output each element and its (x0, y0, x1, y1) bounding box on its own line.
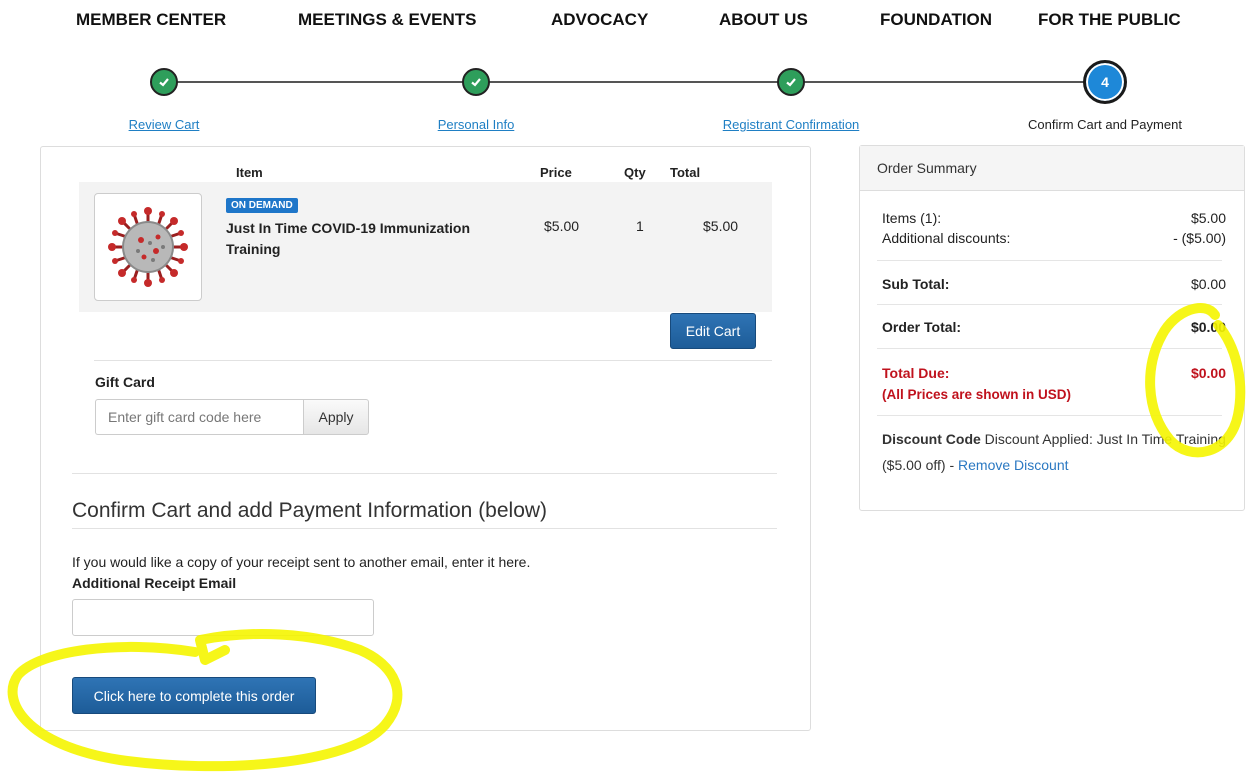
stepper-line (168, 81, 1105, 83)
step-3-check-icon (777, 68, 805, 96)
divider (877, 415, 1222, 416)
nav-meetings-events[interactable]: MEETINGS & EVENTS (298, 10, 477, 30)
summary-order-total-label: Order Total: (882, 319, 962, 335)
receipt-email-label: Additional Receipt Email (72, 575, 237, 591)
cart-item-qty: 1 (636, 218, 644, 234)
summary-subtotal-value: $0.00 (1190, 276, 1226, 292)
discount-code-block: Discount Code Discount Applied: Just In … (882, 426, 1227, 478)
nav-foundation[interactable]: FOUNDATION (880, 10, 992, 30)
on-demand-badge: ON DEMAND (226, 198, 298, 213)
checkout-stepper: 4 Review Cart Personal Info Registrant C… (0, 60, 1256, 140)
summary-total-due-value: $0.00 (1190, 365, 1226, 381)
usd-note-text: (All Prices are shown in USD) (882, 387, 1072, 402)
summary-order-total-value: $0.00 (1190, 319, 1226, 335)
summary-discounts-label: Additional discounts: (882, 230, 1011, 246)
gift-card-input[interactable] (95, 399, 304, 435)
order-summary-title: Order Summary (860, 146, 1244, 191)
nav-about-us[interactable]: ABOUT US (719, 10, 808, 30)
divider (94, 360, 772, 361)
gift-card-label: Gift Card (95, 374, 155, 390)
divider (877, 304, 1222, 305)
coronavirus-image (94, 193, 202, 301)
summary-total-due-label: Total Due: (882, 365, 950, 381)
step-confirm-cart-payment-label: Confirm Cart and Payment (1028, 117, 1182, 132)
cart-item-price: $5.00 (544, 218, 580, 234)
nav-advocacy[interactable]: ADVOCACY (551, 10, 648, 30)
col-header-total: Total (670, 165, 701, 180)
divider (877, 260, 1222, 261)
nav-member-center[interactable]: MEMBER CENTER (76, 10, 226, 30)
col-header-price: Price (540, 165, 572, 180)
main-nav: MEMBER CENTER MEETINGS & EVENTS ADVOCACY… (0, 0, 1256, 40)
col-header-item: Item (236, 165, 263, 180)
nav-for-the-public[interactable]: FOR THE PUBLIC (1038, 10, 1181, 30)
divider (72, 473, 777, 474)
summary-items-value: $5.00 (1190, 210, 1226, 226)
payment-section-title: Confirm Cart and add Payment Information… (72, 499, 548, 522)
discount-code-label: Discount Code (882, 431, 981, 447)
step-personal-info-link[interactable]: Personal Info (438, 117, 515, 132)
remove-discount-link[interactable]: Remove Discount (958, 457, 1069, 473)
complete-order-button[interactable]: Click here to complete this order (72, 677, 316, 714)
cart-item-total: $5.00 (703, 218, 739, 234)
step-registrant-confirmation-link[interactable]: Registrant Confirmation (723, 117, 860, 132)
edit-cart-button[interactable]: Edit Cart (670, 313, 756, 349)
receipt-help-text: If you would like a copy of your receipt… (72, 554, 531, 570)
step-review-cart-link[interactable]: Review Cart (129, 117, 200, 132)
divider (72, 528, 777, 529)
col-header-qty: Qty (624, 165, 646, 180)
step-1-check-icon (150, 68, 178, 96)
apply-gift-card-button[interactable]: Apply (303, 399, 369, 435)
summary-discounts-value: - ($5.00) (1173, 230, 1226, 246)
cart-item-title: Just In Time COVID-19 Immunization Train… (226, 220, 471, 257)
divider (877, 348, 1222, 349)
step-2-check-icon (462, 68, 490, 96)
receipt-email-field[interactable] (72, 599, 374, 636)
summary-items-label: Items (1): (882, 210, 942, 226)
summary-subtotal-label: Sub Total: (882, 276, 950, 292)
step-4-number: 4 (1083, 60, 1127, 104)
